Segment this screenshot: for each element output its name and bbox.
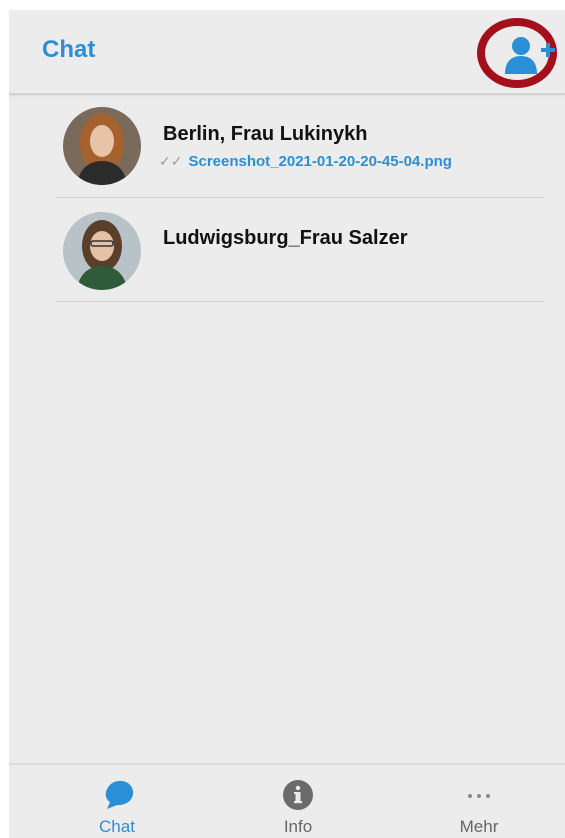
chat-name: Berlin, Frau Lukinykh bbox=[163, 123, 368, 145]
info-icon bbox=[283, 780, 313, 810]
chat-name: Ludwigsburg_Frau Salzer bbox=[163, 227, 408, 249]
chat-bubble-icon bbox=[105, 780, 134, 809]
add-contact-button[interactable] bbox=[473, 18, 565, 92]
divider bbox=[56, 301, 544, 302]
bottom-nav: Chat Info Mehr bbox=[9, 763, 565, 838]
double-check-icon: ✓✓ bbox=[159, 153, 183, 169]
avatar-photo-icon bbox=[63, 107, 141, 185]
nav-item-mehr[interactable]: Mehr bbox=[419, 765, 539, 838]
nav-label: Chat bbox=[99, 817, 135, 836]
nav-item-info[interactable]: Info bbox=[238, 765, 358, 838]
app-header: Chat bbox=[9, 10, 565, 95]
avatar bbox=[63, 107, 141, 185]
add-user-icon bbox=[505, 37, 555, 74]
more-icon bbox=[468, 794, 490, 798]
chat-item-ludwigsburg[interactable]: Ludwigsburg_Frau Salzer bbox=[9, 199, 565, 303]
app-screen: Chat Berlin, Frau Lukinykh ✓✓ Screenshot… bbox=[9, 10, 565, 838]
nav-item-chat[interactable]: Chat bbox=[57, 765, 177, 838]
divider bbox=[56, 197, 544, 198]
chat-preview: ✓✓ Screenshot_2021-01-20-20-45-04.png bbox=[159, 153, 452, 170]
nav-label: Info bbox=[283, 817, 313, 836]
nav-label: Mehr bbox=[459, 817, 499, 836]
page-title: Chat bbox=[42, 36, 96, 63]
avatar-photo-icon bbox=[63, 212, 141, 290]
chat-item-berlin[interactable]: Berlin, Frau Lukinykh ✓✓ Screenshot_2021-… bbox=[9, 95, 565, 199]
avatar bbox=[63, 212, 141, 290]
last-message: Screenshot_2021-01-20-20-45-04.png bbox=[188, 153, 452, 170]
